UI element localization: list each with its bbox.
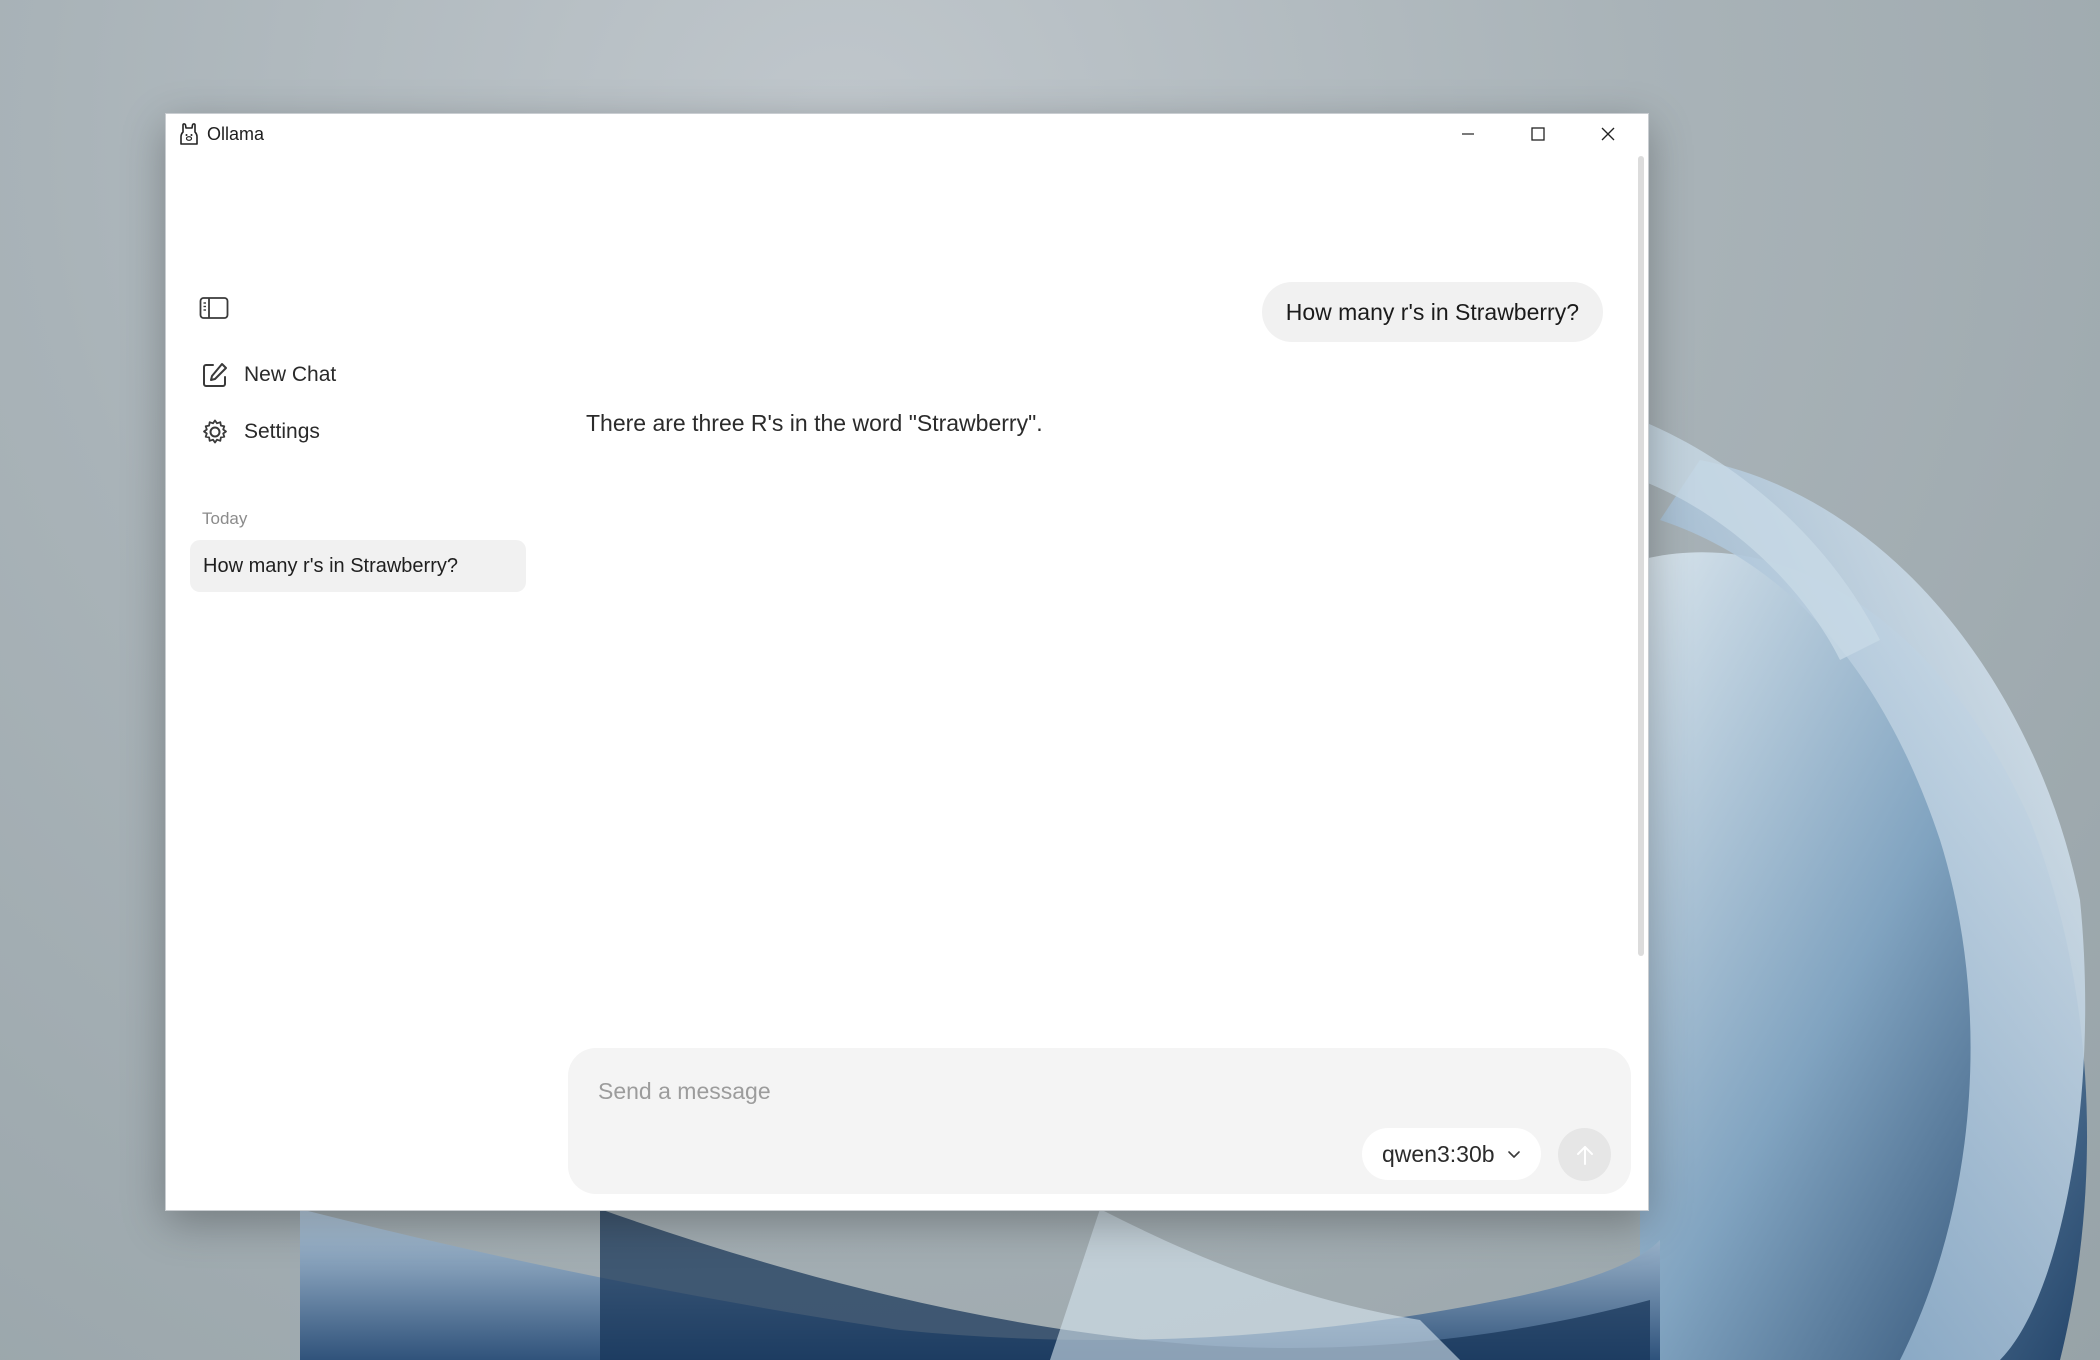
message-input[interactable] xyxy=(596,1070,1300,1112)
message-composer: qwen3:30b xyxy=(568,1048,1631,1194)
history-section-label: Today xyxy=(202,509,248,528)
ollama-logo-icon xyxy=(180,123,198,145)
arrow-up-icon xyxy=(1576,1145,1593,1165)
sidebar-toggle-icon xyxy=(199,297,229,319)
model-selector-label: qwen3:30b xyxy=(1382,1140,1495,1167)
app-window: Ollama New Chat Settings Today How many … xyxy=(165,113,1649,1211)
user-message-bubble: How many r's in Strawberry? xyxy=(1261,282,1603,342)
gear-icon xyxy=(200,417,230,447)
new-chat-icon xyxy=(200,360,230,390)
model-selector[interactable]: qwen3:30b xyxy=(1362,1128,1541,1180)
minimize-button[interactable] xyxy=(1433,114,1503,154)
chat-scrollbar[interactable] xyxy=(1638,156,1644,956)
minimize-icon xyxy=(1462,133,1474,135)
send-button[interactable] xyxy=(1558,1128,1611,1181)
chat-history-item[interactable]: How many r's in Strawberry? xyxy=(190,540,526,592)
close-button[interactable] xyxy=(1573,114,1643,154)
chat-history-title: How many r's in Strawberry? xyxy=(203,554,458,577)
new-chat-label: New Chat xyxy=(244,363,337,386)
window-title: Ollama xyxy=(207,124,265,144)
new-chat-button[interactable]: New Chat xyxy=(188,353,528,397)
maximize-button[interactable] xyxy=(1503,114,1573,154)
title-bar[interactable]: Ollama xyxy=(166,114,1648,154)
sidebar-toggle-button[interactable] xyxy=(198,292,230,324)
maximize-icon xyxy=(1531,127,1545,141)
settings-label: Settings xyxy=(244,420,320,443)
chevron-down-icon xyxy=(1507,1149,1521,1159)
assistant-message: There are three R's in the word "Strawbe… xyxy=(586,410,1043,436)
settings-button[interactable]: Settings xyxy=(188,410,528,454)
user-message-text: How many r's in Strawberry? xyxy=(1285,298,1579,325)
close-icon xyxy=(1601,127,1615,141)
